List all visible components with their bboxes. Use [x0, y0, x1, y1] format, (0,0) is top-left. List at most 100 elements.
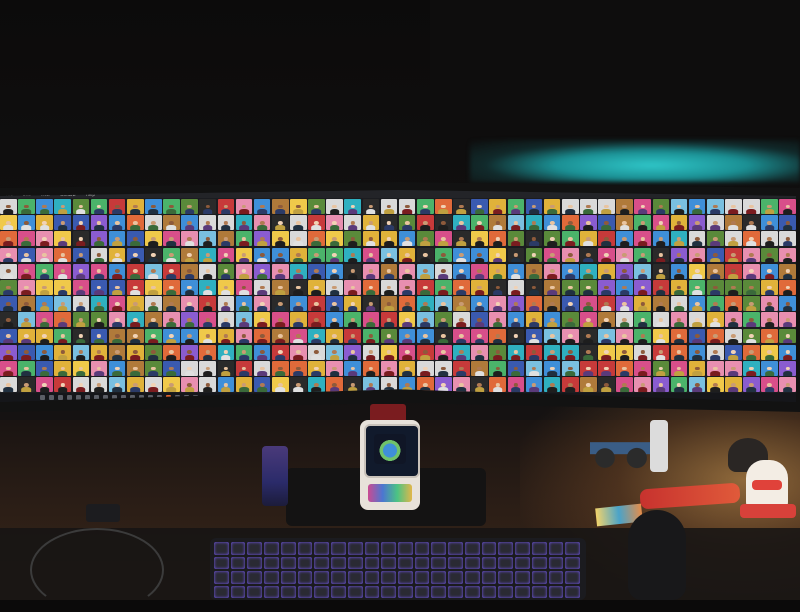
- participant-tile[interactable]: [725, 231, 742, 247]
- participant-tile[interactable]: [253, 231, 271, 247]
- participant-tile[interactable]: [453, 361, 470, 376]
- participant-tile[interactable]: [217, 377, 235, 392]
- taskbar-app-icon[interactable]: [76, 395, 81, 400]
- participant-tile[interactable]: [290, 361, 307, 376]
- participant-tile[interactable]: [634, 377, 651, 392]
- participant-tile[interactable]: [235, 215, 253, 230]
- participant-tile[interactable]: [543, 296, 561, 311]
- participant-tile[interactable]: [507, 247, 525, 263]
- participant-tile[interactable]: [525, 280, 543, 295]
- participant-tile[interactable]: [308, 361, 325, 376]
- participant-tile[interactable]: [217, 199, 235, 214]
- participant-tile[interactable]: [580, 199, 597, 214]
- participant-tile[interactable]: [743, 328, 760, 344]
- participant-tile[interactable]: [235, 296, 253, 311]
- participant-tile[interactable]: [380, 361, 398, 376]
- participant-tile[interactable]: [616, 312, 633, 328]
- participant-tile[interactable]: [235, 312, 253, 328]
- participant-tile[interactable]: [652, 247, 670, 263]
- participant-tile[interactable]: [435, 361, 452, 376]
- participant-tile[interactable]: [489, 231, 506, 247]
- participant-tile[interactable]: [344, 312, 361, 328]
- participant-tile[interactable]: [126, 199, 144, 214]
- participant-tile[interactable]: [435, 328, 452, 344]
- participant-tile[interactable]: [199, 328, 216, 344]
- participant-tile[interactable]: [54, 344, 71, 360]
- participant-tile[interactable]: [688, 263, 706, 279]
- participant-tile[interactable]: [380, 344, 398, 360]
- participant-tile[interactable]: [761, 377, 778, 392]
- participant-tile[interactable]: [598, 263, 615, 279]
- participant-tile[interactable]: [253, 377, 271, 392]
- participant-tile[interactable]: [344, 344, 361, 360]
- participant-tile[interactable]: [36, 231, 53, 247]
- participant-tile[interactable]: [54, 296, 71, 311]
- participant-tile[interactable]: [670, 247, 688, 263]
- participant-tile[interactable]: [761, 199, 778, 214]
- participant-tile[interactable]: [471, 361, 488, 376]
- participant-tile[interactable]: [580, 247, 597, 263]
- participant-tile[interactable]: [670, 263, 688, 279]
- participant-tile[interactable]: [0, 328, 17, 344]
- participant-tile[interactable]: [0, 377, 17, 392]
- participant-tile[interactable]: [126, 312, 144, 328]
- participant-tile[interactable]: [217, 263, 235, 279]
- participant-tile[interactable]: [308, 328, 325, 344]
- participant-tile[interactable]: [453, 247, 470, 263]
- taskbar-app-icon[interactable]: [58, 395, 63, 400]
- participant-tile[interactable]: [271, 296, 289, 311]
- participant-tile[interactable]: [326, 312, 343, 328]
- participant-tile[interactable]: [507, 280, 525, 295]
- participant-tile[interactable]: [688, 215, 706, 230]
- participant-tile[interactable]: [725, 377, 742, 392]
- participant-tile[interactable]: [18, 377, 35, 392]
- participant-tile[interactable]: [634, 296, 651, 311]
- participant-tile[interactable]: [725, 199, 742, 214]
- participant-tile[interactable]: [36, 377, 53, 392]
- participant-tile[interactable]: [652, 231, 670, 247]
- participant-tile[interactable]: [199, 312, 216, 328]
- participant-tile[interactable]: [362, 377, 380, 392]
- participant-tile[interactable]: [126, 361, 144, 376]
- participant-tile[interactable]: [54, 199, 71, 214]
- participant-tile[interactable]: [489, 263, 506, 279]
- participant-tile[interactable]: [761, 280, 778, 295]
- participant-tile[interactable]: [290, 344, 307, 360]
- participant-tile[interactable]: [561, 377, 579, 392]
- participant-tile[interactable]: [507, 215, 525, 230]
- participant-tile[interactable]: [453, 215, 470, 230]
- participant-tile[interactable]: [398, 344, 416, 360]
- participant-tile[interactable]: [453, 377, 470, 392]
- participant-tile[interactable]: [199, 344, 216, 360]
- participant-tile[interactable]: [163, 247, 180, 263]
- participant-tile[interactable]: [779, 247, 796, 263]
- participant-tile[interactable]: [199, 247, 216, 263]
- participant-tile[interactable]: [471, 215, 488, 230]
- participant-tile[interactable]: [235, 328, 253, 344]
- participant-tile[interactable]: [217, 296, 235, 311]
- participant-tile[interactable]: [72, 328, 90, 344]
- participant-tile[interactable]: [688, 361, 706, 376]
- participant-tile[interactable]: [725, 312, 742, 328]
- participant-tile[interactable]: [362, 263, 380, 279]
- participant-tile[interactable]: [271, 312, 289, 328]
- participant-tile[interactable]: [380, 280, 398, 295]
- participant-tile[interactable]: [779, 280, 796, 295]
- participant-tile[interactable]: [561, 361, 579, 376]
- participant-tile[interactable]: [344, 296, 361, 311]
- participant-tile[interactable]: [253, 247, 271, 263]
- participant-tile[interactable]: [54, 328, 71, 344]
- participant-tile[interactable]: [253, 361, 271, 376]
- participant-tile[interactable]: [435, 312, 452, 328]
- participant-tile[interactable]: [344, 328, 361, 344]
- participant-tile[interactable]: [90, 328, 108, 344]
- participant-tile[interactable]: [181, 199, 198, 214]
- participant-tile[interactable]: [743, 199, 760, 214]
- participant-tile[interactable]: [217, 215, 235, 230]
- participant-tile[interactable]: [326, 296, 343, 311]
- participant-tile[interactable]: [416, 247, 434, 263]
- participant-tile[interactable]: [18, 199, 35, 214]
- participant-tile[interactable]: [54, 361, 71, 376]
- participant-tile[interactable]: [380, 215, 398, 230]
- participant-tile[interactable]: [543, 247, 561, 263]
